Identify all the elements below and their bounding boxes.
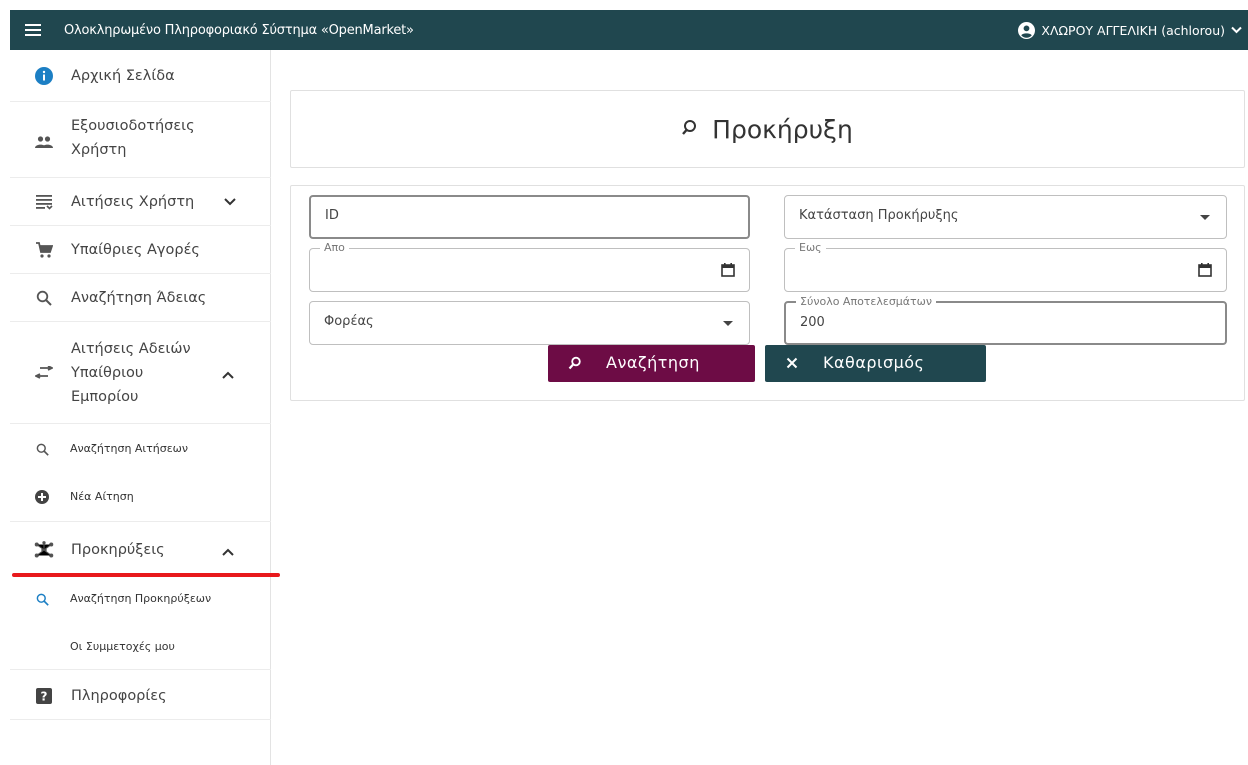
chevron-down-icon	[222, 194, 238, 210]
sidebar-subitem-search-announcements[interactable]: Αναζήτηση Προκηρύξεων	[10, 578, 271, 620]
add-circle-icon	[34, 489, 50, 505]
from-date-label: Απο	[320, 241, 349, 255]
sidebar-subitem-label: Αναζήτηση Αιτήσεων	[70, 442, 189, 455]
help-icon: ?	[34, 686, 54, 706]
sidebar-subitem-my-participations[interactable]: Οι Συμμετοχές μου	[10, 622, 271, 670]
sidebar-item-label: Αιτήσεις Αδειών	[71, 341, 191, 357]
results-count-input[interactable]: Σύνολο Αποτελεσμάτων 200	[784, 295, 1227, 345]
to-date-input[interactable]: Εως	[784, 241, 1227, 292]
agency-select-placeholder: Φορέας	[324, 314, 374, 329]
search-icon	[682, 120, 697, 135]
sidebar-item-label: Υπαίθριου	[71, 365, 144, 381]
sidebar-item-authorizations[interactable]: Εξουσιοδοτήσεις Χρήστη	[10, 102, 271, 178]
sidebar-item-license-search[interactable]: Αναζήτηση Άδειας	[10, 274, 271, 322]
hamburger-icon	[25, 24, 41, 36]
page-title-card: Προκήρυξη	[290, 90, 1245, 168]
sidebar-subitem-search-applications[interactable]: Αναζήτηση Αιτήσεων	[10, 426, 271, 472]
sidebar-subitem-label: Οι Συμμετοχές μου	[70, 640, 175, 653]
caret-down-icon	[1200, 215, 1210, 220]
app-frame: Ολοκληρωμένο Πληροφοριακό Σύστημα «OpenM…	[10, 10, 1248, 765]
sidebar-item-label: Υπαίθριες Αγορές	[71, 242, 200, 258]
sidebar-item-open-markets[interactable]: Υπαίθριες Αγορές	[10, 226, 271, 274]
active-item-underline	[12, 573, 280, 577]
sidebar-item-announcements[interactable]: Προκηρύξεις	[10, 524, 271, 576]
user-name: ΧΛΩΡΟΥ ΑΓΓΕΛΙΚΗ (achlorou)	[1041, 22, 1225, 38]
sidebar-item-label: Αναζήτηση Άδειας	[71, 290, 207, 306]
swap-icon	[34, 363, 54, 383]
sidebar-item-label: Εξουσιοδοτήσεις	[71, 118, 195, 134]
sidebar-item-label: Αιτήσεις Χρήστη	[71, 194, 195, 210]
caret-down-icon	[723, 321, 733, 326]
to-date-label: Εως	[795, 241, 826, 255]
menu-button[interactable]	[10, 10, 56, 50]
chevron-up-icon	[220, 544, 236, 560]
list-icon	[34, 192, 54, 212]
search-icon	[34, 591, 50, 607]
account-circle-icon	[1018, 21, 1036, 39]
chevron-up-icon	[220, 367, 236, 383]
status-select[interactable]: Κατάσταση Προκήρυξης	[784, 195, 1227, 239]
id-input[interactable]: ID	[309, 195, 750, 239]
sidebar: Αρχική Σελίδα Εξουσιοδοτήσεις Χρήστη Αιτ…	[10, 50, 271, 765]
sidebar-item-label: Εμπορίου	[71, 389, 139, 405]
calendar-icon	[1198, 263, 1212, 277]
sidebar-item-label: Αρχική Σελίδα	[71, 68, 175, 84]
sidebar-item-user-requests[interactable]: Αιτήσεις Χρήστη	[10, 178, 271, 226]
top-bar: Ολοκληρωμένο Πληροφοριακό Σύστημα «OpenM…	[10, 10, 1248, 50]
search-icon	[34, 441, 50, 457]
search-button-label: Αναζήτηση	[606, 353, 700, 372]
cart-icon	[34, 240, 54, 260]
sidebar-subitem-label: Αναζήτηση Προκηρύξεων	[70, 592, 212, 605]
hub-icon	[34, 540, 54, 560]
app-title: Ολοκληρωμένο Πληροφοριακό Σύστημα «OpenM…	[64, 22, 414, 38]
clear-button-label: Καθαρισμός	[823, 353, 925, 372]
sidebar-item-license-applications[interactable]: Αιτήσεις Αδειών Υπαίθριου Εμπορίου	[10, 322, 271, 424]
info-icon	[34, 66, 54, 86]
results-count-label: Σύνολο Αποτελεσμάτων	[796, 295, 937, 309]
sidebar-item-label: Προκηρύξεις	[71, 542, 165, 558]
sidebar-item-info[interactable]: ? Πληροφορίες	[10, 672, 271, 720]
from-date-input[interactable]: Απο	[309, 241, 750, 292]
status-select-placeholder: Κατάσταση Προκήρυξης	[799, 208, 959, 223]
page-title: Προκήρυξη	[712, 114, 853, 144]
chevron-down-icon	[1231, 26, 1242, 34]
sidebar-item-label: Χρήστη	[71, 142, 127, 158]
clear-button[interactable]: Καθαρισμός	[765, 345, 986, 382]
search-icon	[34, 288, 54, 308]
id-input-placeholder: ID	[325, 208, 339, 223]
sidebar-subitem-new-application[interactable]: Νέα Αίτηση	[10, 472, 271, 522]
sidebar-item-home[interactable]: Αρχική Σελίδα	[10, 50, 271, 102]
svg-text:?: ?	[41, 690, 48, 704]
sidebar-item-label: Πληροφορίες	[71, 688, 167, 704]
sidebar-subitem-label: Νέα Αίτηση	[70, 490, 134, 503]
calendar-icon	[721, 263, 735, 277]
search-icon	[568, 356, 581, 370]
user-menu[interactable]: ΧΛΩΡΟΥ ΑΓΓΕΛΙΚΗ (achlorou)	[1018, 10, 1242, 50]
close-icon	[786, 357, 798, 369]
results-count-value: 200	[800, 315, 825, 330]
agency-select[interactable]: Φορέας	[309, 301, 750, 345]
people-icon	[34, 132, 54, 152]
search-button[interactable]: Αναζήτηση	[548, 345, 755, 382]
